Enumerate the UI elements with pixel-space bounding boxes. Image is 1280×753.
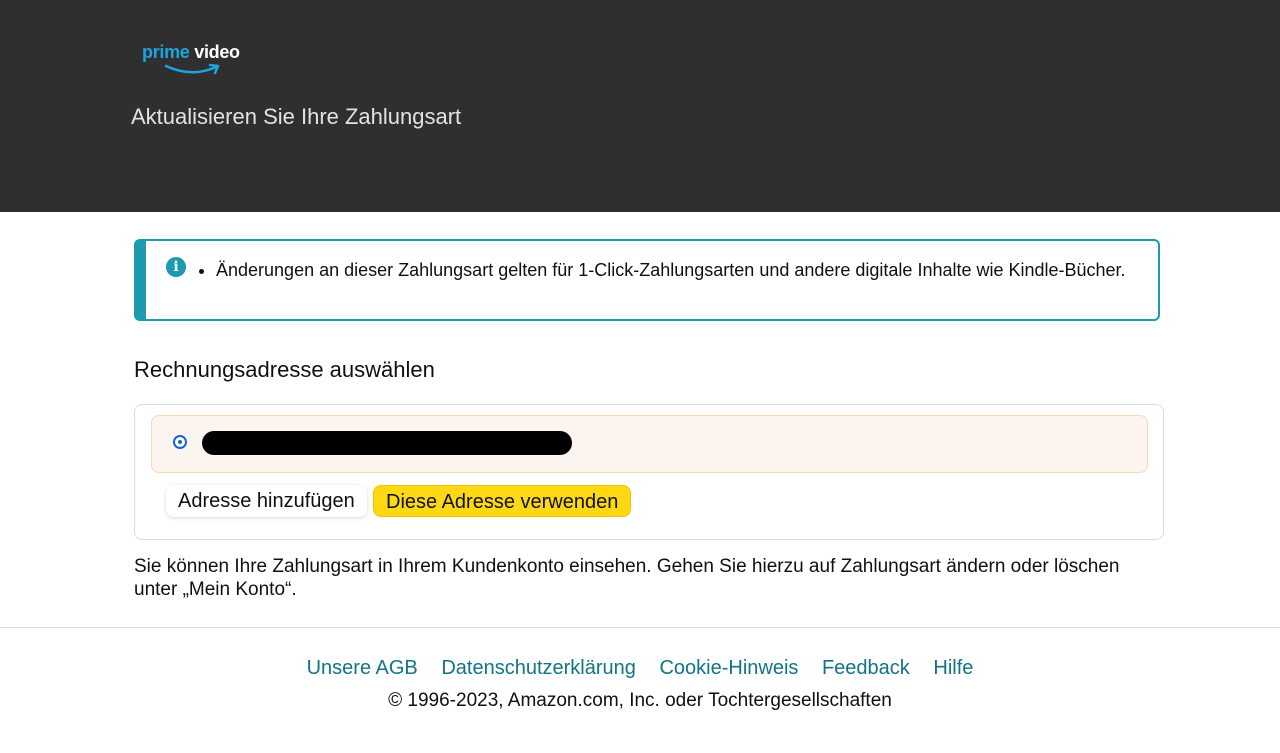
account-note: Sie können Ihre Zahlungsart in Ihrem Kun…	[134, 556, 1120, 600]
page-header: prime video Aktualisieren Sie Ihre Zahlu…	[0, 0, 1280, 212]
prime-video-logo[interactable]: prime video	[142, 42, 252, 78]
info-alert: i Änderungen an dieser Zahlungsart gelte…	[134, 239, 1160, 321]
page-title: Aktualisieren Sie Ihre Zahlungsart	[131, 104, 462, 129]
logo-video-text: video	[194, 42, 240, 62]
address-panel: Adresse hinzufügen Diese Adresse verwend…	[134, 404, 1164, 540]
address-radio[interactable]	[173, 435, 187, 449]
info-text: Änderungen an dieser Zahlungsart gelten …	[216, 259, 1136, 282]
footer-link-privacy[interactable]: Datenschutzerklärung	[441, 657, 636, 679]
footer-link-feedback[interactable]: Feedback	[822, 657, 910, 679]
info-icon: i	[166, 257, 186, 277]
copyright: © 1996-2023, Amazon.com, Inc. oder Tocht…	[388, 690, 892, 711]
footer-link-agb[interactable]: Unsere AGB	[307, 657, 418, 679]
add-address-button[interactable]: Adresse hinzufügen	[166, 485, 367, 517]
use-address-button[interactable]: Diese Adresse verwenden	[373, 485, 632, 517]
logo-prime-text: prime	[142, 42, 190, 62]
address-option-selected[interactable]	[151, 415, 1148, 473]
billing-address-title: Rechnungsadresse auswählen	[134, 357, 435, 382]
footer-links: Unsere AGB Datenschutzerklärung Cookie-H…	[0, 657, 1280, 680]
footer-link-help[interactable]: Hilfe	[933, 657, 973, 679]
footer-link-cookies[interactable]: Cookie-Hinweis	[659, 657, 798, 679]
smile-arrow-icon	[164, 63, 220, 75]
redacted-address	[202, 431, 572, 455]
info-list: Änderungen an dieser Zahlungsart gelten …	[198, 259, 1136, 282]
footer-divider	[0, 627, 1280, 628]
